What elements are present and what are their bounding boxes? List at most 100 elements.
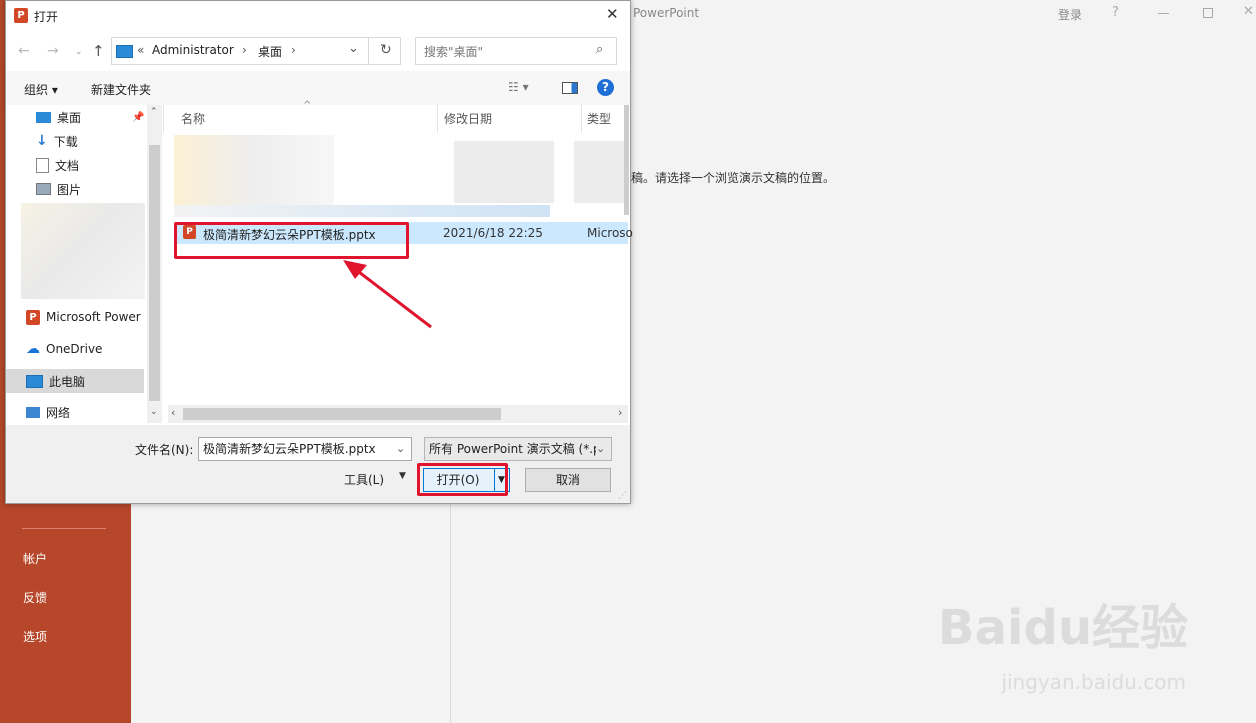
nav-item-network[interactable]: 网络 xyxy=(26,402,70,422)
view-options-icon[interactable]: ☷ ▾ xyxy=(508,80,529,94)
app-title: PowerPoint xyxy=(633,6,700,20)
nav-label: 此电脑 xyxy=(49,374,86,389)
blurred-items xyxy=(21,203,145,299)
column-header-type[interactable]: 类型 xyxy=(587,105,611,133)
column-header-date[interactable]: 修改日期 xyxy=(444,105,492,133)
navigation-pane: 桌面 📌 ↓ 下载 文档 图片 P Microsoft Power ☁ OneD… xyxy=(6,105,162,425)
sort-ascending-icon: ^ xyxy=(303,100,312,111)
search-icon[interactable]: ⌕ xyxy=(596,42,603,57)
recent-dropdown-icon[interactable]: ⌄ xyxy=(75,47,83,57)
breadcrumb-chevron-end[interactable]: › xyxy=(291,43,296,57)
filename-label: 文件名(N): xyxy=(135,443,194,457)
cancel-button[interactable]: 取消 xyxy=(525,468,611,492)
resize-grip-icon[interactable]: ⋰ xyxy=(618,491,627,501)
search-input[interactable]: 搜索"桌面" xyxy=(424,43,483,60)
column-separator xyxy=(581,105,582,133)
minimize-icon[interactable] xyxy=(1158,13,1169,14)
scroll-down-icon[interactable]: ⌄ xyxy=(150,407,158,417)
open-dialog: P 打开 ✕ ← → ⌄ ↑ « Administrator › 桌面 › ⌄ … xyxy=(5,0,633,504)
annotation-arrow xyxy=(343,260,432,329)
watermark-logo: Baidu经验 xyxy=(938,600,1188,656)
sidebar-item-options[interactable]: 选项 xyxy=(23,628,47,645)
nav-item-pictures[interactable]: 图片 xyxy=(36,179,81,199)
refresh-icon[interactable]: ↻ xyxy=(380,42,392,58)
pin-icon: 📌 xyxy=(132,111,145,123)
blurred-dates xyxy=(454,141,554,203)
nav-label: Microsoft Power xyxy=(46,310,141,324)
horizontal-scrollbar[interactable]: ‹ › xyxy=(168,405,628,423)
filename-dropdown-icon[interactable]: ⌄ xyxy=(396,438,405,460)
scroll-up-icon[interactable]: ⌃ xyxy=(150,107,158,117)
new-folder-button[interactable]: 新建文件夹 xyxy=(91,81,151,98)
nav-item-this-pc[interactable]: 此电脑 xyxy=(6,369,144,393)
arrow-shaft xyxy=(354,267,432,329)
breadcrumb-desktop[interactable]: 桌面 xyxy=(258,43,282,60)
nav-item-onedrive[interactable]: ☁ OneDrive xyxy=(26,339,102,359)
filetype-select[interactable]: 所有 PowerPoint 演示文稿 (*.p ⌄ xyxy=(424,437,612,461)
address-divider xyxy=(368,38,369,64)
nav-label: 网络 xyxy=(46,405,71,420)
sidebar-separator xyxy=(22,528,106,529)
dialog-titlebar: P 打开 ✕ xyxy=(6,1,630,31)
address-bar[interactable]: « Administrator › 桌面 › ⌄ ↻ xyxy=(111,37,401,65)
breadcrumb-overflow[interactable]: « xyxy=(137,43,144,57)
nav-item-desktop[interactable]: 桌面 📌 xyxy=(36,107,144,127)
sidebar-item-feedback[interactable]: 反馈 xyxy=(23,589,47,606)
nav-label: OneDrive xyxy=(46,342,103,356)
hscroll-thumb[interactable] xyxy=(183,408,501,420)
powerpoint-icon: P xyxy=(26,309,40,325)
blurred-file-rows xyxy=(174,135,334,215)
nav-item-downloads[interactable]: ↓ 下载 xyxy=(36,131,78,151)
column-header-name[interactable]: 名称 xyxy=(181,105,205,133)
search-box[interactable]: 搜索"桌面" ⌕ xyxy=(415,37,617,65)
up-arrow-icon[interactable]: ↑ xyxy=(92,42,105,60)
nav-label: 图片 xyxy=(57,182,82,197)
nav-label: 桌面 xyxy=(57,110,82,125)
filename-input[interactable]: 极简清新梦幻云朵PPT模板.pptx ⌄ xyxy=(198,437,412,461)
tools-dropdown-icon[interactable]: ▼ xyxy=(399,471,406,481)
download-icon: ↓ xyxy=(36,133,48,149)
highlight-open xyxy=(417,463,508,496)
monitor-icon xyxy=(116,45,133,58)
network-icon xyxy=(26,406,40,418)
column-separator xyxy=(163,105,164,133)
help-icon[interactable]: ? xyxy=(1112,5,1119,20)
dialog-footer: 文件名(N): 极简清新梦幻云朵PPT模板.pptx ⌄ 所有 PowerPoi… xyxy=(6,425,630,503)
file-type: Microso xyxy=(587,226,633,240)
help-icon[interactable]: ? xyxy=(597,79,614,96)
pictures-icon xyxy=(36,183,51,195)
login-link[interactable]: 登录 xyxy=(1058,6,1082,23)
nav-item-powerpoint[interactable]: P Microsoft Power xyxy=(26,307,141,327)
desktop-icon xyxy=(36,111,51,123)
close-app-icon[interactable]: ✕ xyxy=(1243,4,1254,19)
scroll-left-icon[interactable]: ‹ xyxy=(171,406,175,419)
dialog-toolbar: 组织 ▾ 新建文件夹 ☷ ▾ ? xyxy=(6,71,630,105)
nav-scrollbar[interactable]: ⌃ ⌄ xyxy=(147,105,162,423)
nav-label: 下载 xyxy=(53,134,78,149)
restore-icon[interactable] xyxy=(1203,8,1213,18)
forward-arrow-icon[interactable]: → xyxy=(47,43,59,59)
powerpoint-icon: P xyxy=(14,8,28,23)
file-date: 2021/6/18 22:25 xyxy=(443,226,543,240)
scroll-thumb[interactable] xyxy=(149,145,160,401)
highlight-file xyxy=(174,222,409,259)
scroll-right-icon[interactable]: › xyxy=(618,406,622,419)
filetype-value: 所有 PowerPoint 演示文稿 (*.p xyxy=(429,442,601,456)
cloud-icon: ☁ xyxy=(26,341,40,357)
organize-button[interactable]: 组织 ▾ xyxy=(24,81,58,98)
blurred-row-strip xyxy=(174,205,550,217)
tools-button[interactable]: 工具(L) xyxy=(344,471,384,488)
blurred-types xyxy=(574,141,624,203)
nav-item-documents[interactable]: 文档 xyxy=(36,155,79,175)
dialog-title: 打开 xyxy=(34,10,59,24)
list-scrollbar[interactable] xyxy=(624,105,629,215)
dialog-close-icon[interactable]: ✕ xyxy=(606,5,619,23)
nav-label: 文档 xyxy=(55,158,80,173)
breadcrumb-administrator[interactable]: Administrator xyxy=(152,43,234,57)
address-dropdown-icon[interactable]: ⌄ xyxy=(348,41,359,56)
sidebar-item-account[interactable]: 帐户 xyxy=(23,550,47,567)
back-arrow-icon[interactable]: ← xyxy=(18,43,30,59)
filetype-dropdown-icon[interactable]: ⌄ xyxy=(596,438,606,460)
breadcrumb-chevron[interactable]: › xyxy=(242,43,247,57)
preview-pane-icon[interactable] xyxy=(562,82,578,94)
